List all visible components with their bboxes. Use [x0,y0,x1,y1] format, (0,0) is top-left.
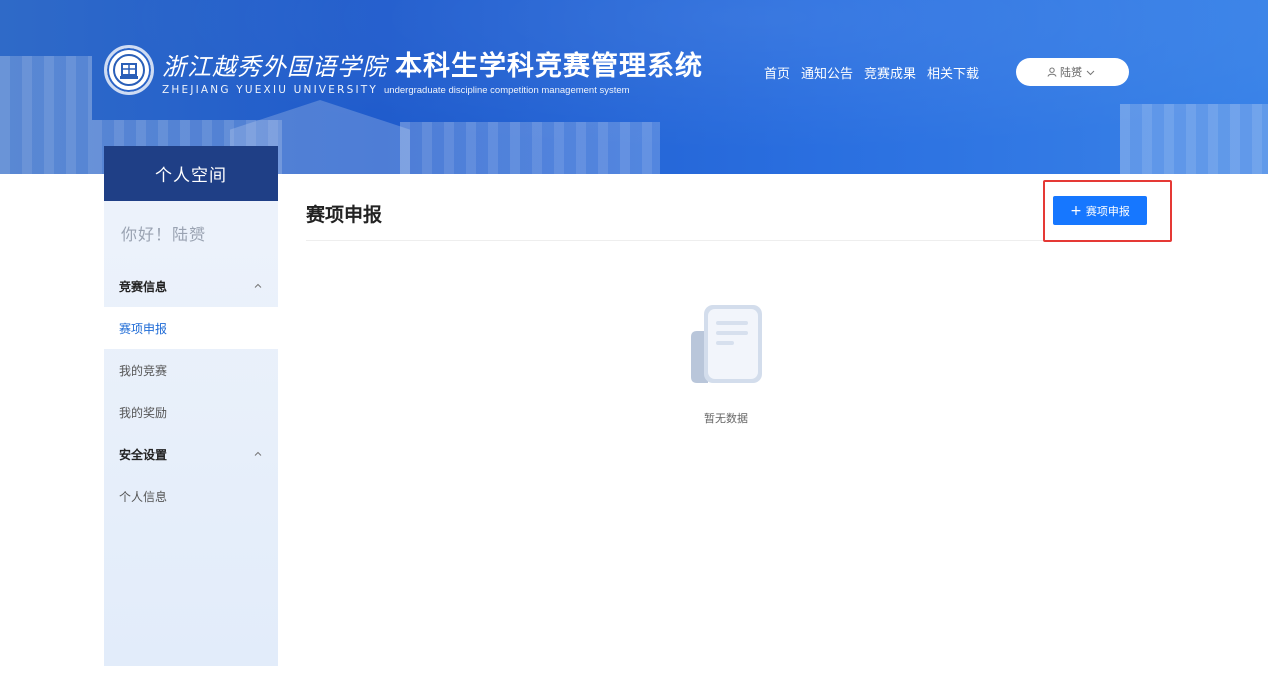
building-left [0,56,92,174]
system-name-cn: 本科生学科竞赛管理系统 [395,51,703,82]
greeting: 你好！陆赟 [121,225,207,244]
user-menu-button[interactable]: 陆赟 [1016,58,1129,86]
user-name: 陆赟 [1060,66,1082,79]
add-application-button[interactable]: + 赛项申报 [1053,196,1147,225]
nav-downloads[interactable]: 相关下载 [927,63,979,82]
logo[interactable]: 浙江越秀外国语学院 本科生学科竞赛管理系统 ZHEJIANG YUEXIU UN… [104,44,703,96]
chevron-up-icon [254,283,262,288]
sidebar-item-my-competitions[interactable]: 我的竞赛 [104,349,278,391]
sidebar-group-label: 竞赛信息 [119,279,168,294]
school-seal-icon [104,45,154,95]
school-name-cn: 浙江越秀外国语学院 [162,53,387,81]
top-nav: 首页 通知公告 竞赛成果 相关下载 [764,63,990,82]
sidebar-title: 个人空间 [104,146,278,201]
sidebar-group-competition[interactable]: 竞赛信息 [104,265,278,307]
sidebar-group-label: 安全设置 [119,447,168,462]
empty-text: 暂无数据 [704,412,748,425]
sidebar-item-apply[interactable]: 赛项申报 [104,307,278,349]
sidebar-group-security[interactable]: 安全设置 [104,433,278,475]
add-application-label: 赛项申报 [1085,204,1130,218]
system-name-en: undergraduate discipline competition man… [384,85,630,96]
sidebar-item-my-awards[interactable]: 我的奖励 [104,391,278,433]
school-name-en: ZHEJIANG YUEXIU UNIVERSITY [162,84,379,96]
sidebar-item-label: 我的竞赛 [119,363,168,378]
nav-home[interactable]: 首页 [764,63,790,82]
plus-icon: + [1070,202,1082,219]
logo-text: 浙江越秀外国语学院 本科生学科竞赛管理系统 ZHEJIANG YUEXIU UN… [162,44,703,96]
page-title: 赛项申报 [306,204,383,226]
empty-data-icon [688,303,764,385]
chevron-down-icon [1086,70,1095,75]
sidebar-item-label: 我的奖励 [119,405,168,420]
sidebar: 个人空间 你好！陆赟 竞赛信息 赛项申报 我的竞赛 我的奖励 安全设置 个人信息 [104,146,278,666]
title-divider [306,240,1171,241]
chevron-up-icon [254,451,262,456]
building-center [400,122,660,174]
user-icon [1047,67,1057,77]
sidebar-item-label: 个人信息 [119,489,168,504]
nav-results[interactable]: 竞赛成果 [864,63,916,82]
building-right [1120,104,1268,174]
sidebar-item-label: 赛项申报 [119,321,168,336]
sidebar-item-personal-info[interactable]: 个人信息 [104,475,278,517]
nav-notices[interactable]: 通知公告 [801,63,853,82]
